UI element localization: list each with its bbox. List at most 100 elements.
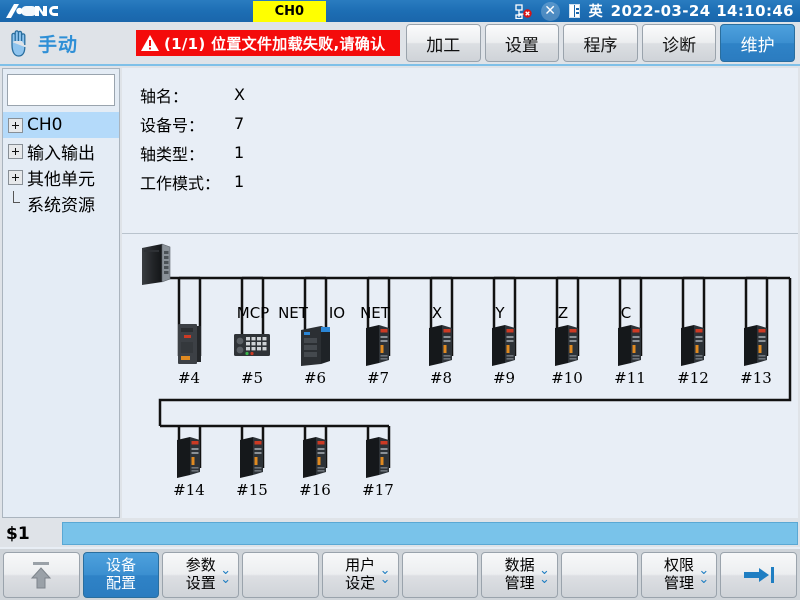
- info-key: 设备号：: [140, 112, 234, 136]
- device-number: #14: [166, 481, 212, 499]
- device-node-17[interactable]: #17: [355, 434, 401, 499]
- servo-drive-icon: [733, 322, 779, 366]
- empty-function-button-1[interactable]: [242, 552, 319, 598]
- back-up-button[interactable]: [3, 552, 80, 598]
- device-config-button[interactable]: 设备 配置: [83, 552, 160, 598]
- user-settings-button[interactable]: 用户 设定 ⌄⌄: [322, 552, 399, 598]
- device-node-12[interactable]: #12: [670, 322, 716, 387]
- empty-function-button-2[interactable]: [402, 552, 479, 598]
- info-value: 1: [234, 143, 244, 162]
- tree-item-system-resources[interactable]: 系统资源: [3, 190, 119, 216]
- servo-drive-icon: [418, 322, 464, 366]
- tab-label: 维护: [741, 31, 775, 56]
- tree-item-io[interactable]: 输入输出: [3, 138, 119, 164]
- app-logo: [0, 0, 72, 22]
- cnc-hmi-window: CH0 ✕ 英 2022-03-24 14:10:46: [0, 0, 800, 600]
- info-row-device-number: 设备号： 7: [140, 109, 798, 138]
- button-label: 权限 管理: [664, 557, 694, 592]
- network-error-icon[interactable]: [515, 4, 532, 19]
- tab-diagnosis[interactable]: 诊断: [642, 24, 717, 62]
- machine-mode-indicator: 手动: [0, 28, 136, 58]
- warning-triangle-icon: [140, 34, 160, 52]
- parameter-settings-button[interactable]: 参数 设置 ⌄⌄: [162, 552, 239, 598]
- device-node-14[interactable]: #14: [166, 434, 212, 499]
- keyboard-icon[interactable]: [569, 4, 580, 18]
- device-number: #13: [733, 369, 779, 387]
- empty-function-button-3[interactable]: [561, 552, 638, 598]
- search-input[interactable]: [7, 74, 115, 106]
- tree-item-other-units[interactable]: 其他单元: [3, 164, 119, 190]
- permission-management-button[interactable]: 权限 管理 ⌄⌄: [641, 552, 718, 598]
- status-bar: $1: [0, 520, 800, 547]
- device-number: #4: [166, 369, 212, 387]
- alarm-text: (1/1) 位置文件加载失败,请确认: [164, 33, 385, 54]
- servo-drive-icon: [229, 434, 275, 478]
- next-page-button[interactable]: [720, 552, 797, 598]
- tab-label: 加工: [426, 31, 460, 56]
- device-node-16[interactable]: #16: [292, 434, 338, 499]
- device-node-15[interactable]: #15: [229, 434, 275, 499]
- content-panel: 轴名： X 设备号： 7 轴类型： 1 工作模式： 1: [122, 68, 798, 518]
- tree-item-label: CH0: [27, 115, 62, 135]
- device-number: #16: [292, 481, 338, 499]
- tab-settings[interactable]: 设置: [485, 24, 560, 62]
- device-tree: CH0 输入输出 其他单元 系统资源: [3, 112, 119, 216]
- device-node-5[interactable]: #5: [229, 322, 275, 387]
- alarm-message-bar[interactable]: (1/1) 位置文件加载失败,请确认: [136, 30, 400, 56]
- expand-plus-icon[interactable]: [8, 170, 23, 185]
- expand-plus-icon[interactable]: [8, 144, 23, 159]
- servo-drive-icon: [607, 322, 653, 366]
- function-key-bar: 设备 配置 参数 设置 ⌄⌄ 用户 设定 ⌄⌄ 数据 管理 ⌄⌄ 权限 管理 ⌄…: [0, 549, 800, 600]
- device-node-9[interactable]: #9: [481, 322, 527, 387]
- mode-label: 手动: [38, 30, 78, 57]
- info-key: 工作模式：: [140, 170, 234, 194]
- tree-item-ch0[interactable]: CH0: [3, 112, 119, 138]
- info-value: X: [234, 85, 245, 104]
- language-indicator[interactable]: 英: [589, 1, 603, 21]
- device-number: #17: [355, 481, 401, 499]
- expand-plus-icon[interactable]: [8, 118, 23, 133]
- tree-elbow-icon: [8, 195, 23, 212]
- axis-info-panel: 轴名： X 设备号： 7 轴类型： 1 工作模式： 1: [122, 68, 798, 196]
- device-node-4[interactable]: #4: [166, 322, 212, 387]
- tab-program[interactable]: 程序: [563, 24, 638, 62]
- cnc-controller-icon: [130, 242, 184, 286]
- device-node-10[interactable]: #10: [544, 322, 590, 387]
- close-icon[interactable]: ✕: [541, 2, 560, 21]
- data-management-button[interactable]: 数据 管理 ⌄⌄: [481, 552, 558, 598]
- device-node-13[interactable]: #13: [733, 322, 779, 387]
- device-number: #5: [229, 369, 275, 387]
- device-number: #7: [355, 369, 401, 387]
- hand-icon: [6, 28, 32, 58]
- status-message-field[interactable]: [62, 522, 798, 545]
- tab-maintenance[interactable]: 维护: [720, 24, 795, 62]
- button-label: 参数 设置: [186, 557, 216, 592]
- servo-drive-icon: [355, 322, 401, 366]
- servo-drive-icon: [544, 322, 590, 366]
- arrow-right-icon: [742, 565, 776, 585]
- device-node-11[interactable]: #11: [607, 322, 653, 387]
- info-value: 7: [234, 114, 244, 133]
- status-channel-label: $1: [0, 524, 62, 544]
- info-key: 轴类型：: [140, 141, 234, 165]
- tab-machining[interactable]: 加工: [406, 24, 481, 62]
- tab-label: 诊断: [662, 31, 696, 56]
- chevron-down-icon: ⌄⌄: [698, 565, 709, 583]
- info-row-work-mode: 工作模式： 1: [140, 167, 798, 196]
- device-number: #11: [607, 369, 653, 387]
- device-number: #8: [418, 369, 464, 387]
- cnc-controller[interactable]: [130, 242, 184, 286]
- device-node-6[interactable]: #6: [292, 322, 338, 387]
- chevron-down-icon: ⌄⌄: [380, 565, 391, 583]
- device-node-7[interactable]: #7: [355, 322, 401, 387]
- servo-drive-icon: [481, 322, 527, 366]
- chevron-down-icon: ⌄⌄: [539, 565, 550, 583]
- servo-drive-icon: [670, 322, 716, 366]
- servo-drive-icon: [355, 434, 401, 478]
- info-value: 1: [234, 172, 244, 191]
- tree-item-label: 其他单元: [27, 165, 95, 190]
- device-number: #6: [292, 369, 338, 387]
- tree-item-label: 系统资源: [27, 191, 95, 216]
- device-node-8[interactable]: #8: [418, 322, 464, 387]
- chevron-down-icon: ⌄⌄: [220, 565, 231, 583]
